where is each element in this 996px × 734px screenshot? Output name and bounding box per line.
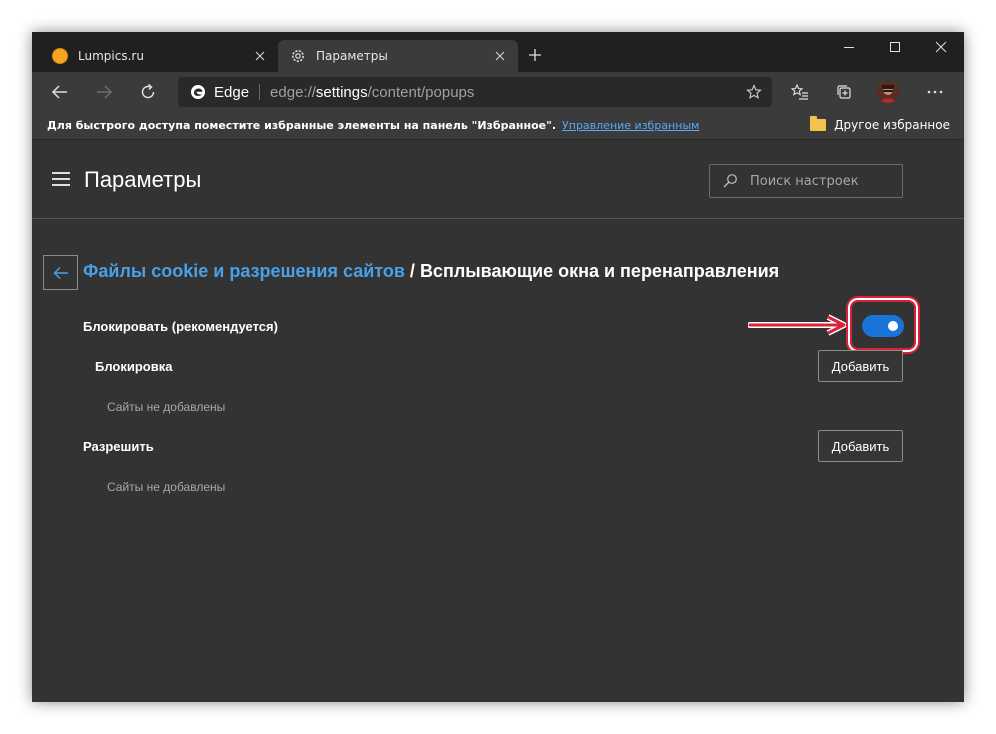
add-favorite-button[interactable] xyxy=(742,80,766,104)
close-icon[interactable] xyxy=(490,46,510,66)
block-popups-toggle[interactable] xyxy=(862,315,904,337)
tab-title: Параметры xyxy=(316,49,388,63)
forward-button[interactable] xyxy=(88,76,120,108)
url-host: settings xyxy=(315,83,368,101)
star-icon xyxy=(746,84,762,99)
breadcrumb: Файлы cookie и разрешения сайтов / Всплы… xyxy=(83,261,779,282)
arrow-right-icon xyxy=(97,85,113,99)
tab-title: Lumpics.ru xyxy=(78,49,144,63)
url-text: edge://settings/content/popups xyxy=(270,84,474,101)
toggle-knob xyxy=(888,321,898,331)
collections-button[interactable] xyxy=(828,76,860,108)
arrow-left-icon xyxy=(51,85,67,99)
block-section-title: Блокировка xyxy=(95,359,173,374)
arrow-left-icon xyxy=(53,266,68,279)
settings-search-input[interactable]: Поиск настроек xyxy=(709,164,903,198)
close-window-button[interactable] xyxy=(918,32,964,62)
favorites-button[interactable] xyxy=(784,76,816,108)
other-favorites-button[interactable]: Другое избранное xyxy=(810,116,950,132)
breadcrumb-parent-link[interactable]: Файлы cookie и разрешения сайтов xyxy=(83,261,405,281)
maximize-icon xyxy=(890,42,900,52)
site-favicon-icon xyxy=(52,48,68,64)
add-blocked-site-button[interactable]: Добавить xyxy=(818,350,903,382)
tab-lumpics[interactable]: Lumpics.ru xyxy=(40,40,278,72)
collections-icon xyxy=(837,85,851,99)
address-bar[interactable]: Edge edge://settings/content/popups xyxy=(178,77,772,107)
folder-icon xyxy=(810,116,827,131)
settings-header: Параметры Поиск настроек xyxy=(32,140,964,219)
edge-logo-icon xyxy=(191,85,205,99)
search-placeholder: Поиск настроек xyxy=(750,173,859,189)
tab-strip: Lumpics.ru Параметры xyxy=(32,32,964,72)
block-empty-text: Сайты не добавлены xyxy=(107,400,226,414)
refresh-button[interactable] xyxy=(132,76,164,108)
minimize-icon xyxy=(844,47,854,48)
hamburger-menu-icon[interactable] xyxy=(52,172,70,186)
other-favorites-label: Другое избранное xyxy=(834,118,950,132)
breadcrumb-back-button[interactable] xyxy=(43,255,78,290)
url-path: /content/popups xyxy=(367,83,475,101)
gear-icon xyxy=(290,48,306,64)
maximize-button[interactable] xyxy=(872,32,918,62)
url-scheme: edge:// xyxy=(270,83,316,101)
edge-brand-label: Edge xyxy=(214,83,250,101)
favorites-list-icon xyxy=(791,83,808,100)
profile-avatar[interactable] xyxy=(877,81,899,103)
ellipsis-icon xyxy=(927,90,943,94)
page-title: Параметры xyxy=(84,167,202,192)
browser-toolbar: Edge edge://settings/content/popups xyxy=(32,72,964,112)
favorites-bar-hint: Для быстрого доступа поместите избранные… xyxy=(47,119,557,132)
close-icon xyxy=(935,41,947,53)
search-icon xyxy=(722,173,738,189)
plus-icon xyxy=(529,49,541,61)
tab-settings[interactable]: Параметры xyxy=(278,40,518,72)
favorites-bar: Для быстрого доступа поместите избранные… xyxy=(32,112,964,140)
close-icon[interactable] xyxy=(250,46,270,66)
manage-favorites-link[interactable]: Управление избранным xyxy=(562,119,699,132)
avatar-image-icon xyxy=(877,81,899,103)
block-setting-label: Блокировать (рекомендуется) xyxy=(83,319,278,334)
back-button[interactable] xyxy=(44,76,76,108)
minimize-button[interactable] xyxy=(826,32,872,62)
allow-empty-text: Сайты не добавлены xyxy=(107,480,226,494)
new-tab-button[interactable] xyxy=(524,44,546,66)
allow-section-title: Разрешить xyxy=(83,439,154,454)
breadcrumb-current: Всплывающие окна и перенаправления xyxy=(419,261,780,281)
breadcrumb-separator: / xyxy=(404,261,420,281)
address-divider xyxy=(259,84,261,100)
annotation-arrow-icon xyxy=(748,314,847,336)
more-menu-button[interactable] xyxy=(919,76,951,108)
refresh-icon xyxy=(141,83,155,99)
add-allowed-site-button[interactable]: Добавить xyxy=(818,430,903,462)
browser-window: Lumpics.ru Параметры Edge edge://setting… xyxy=(32,32,964,702)
